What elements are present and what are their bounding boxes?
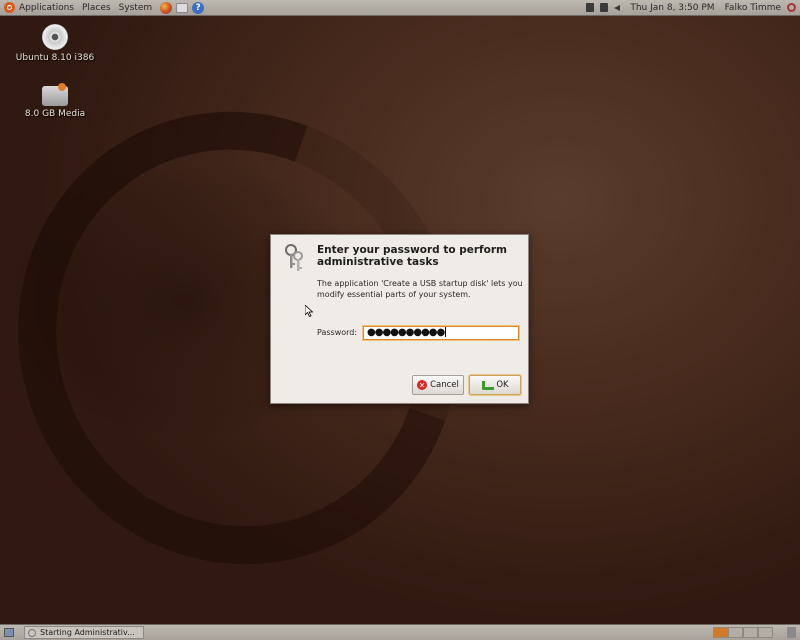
taskbar-item-label: Starting Administrativ... xyxy=(40,628,135,637)
taskbar-item[interactable]: Starting Administrativ... xyxy=(24,626,144,639)
workspace-4[interactable] xyxy=(758,627,773,638)
desktop-icon-label: Ubuntu 8.10 i386 xyxy=(15,53,95,63)
mouse-pointer-icon xyxy=(305,305,313,317)
cancel-button[interactable]: ✕ Cancel xyxy=(412,375,464,395)
usb-drive-icon xyxy=(42,83,68,106)
text-caret xyxy=(445,327,447,337)
network-icon[interactable] xyxy=(586,3,595,12)
places-menu-label: Places xyxy=(81,2,111,13)
ubuntu-logo-icon xyxy=(4,2,15,13)
ok-button-label: OK xyxy=(496,380,509,390)
desktop-icon-label: 8.0 GB Media xyxy=(24,109,86,119)
applications-menu-label: Applications xyxy=(19,2,74,13)
help-icon[interactable]: ? xyxy=(192,1,205,14)
cdrom-icon xyxy=(42,24,68,50)
busy-icon xyxy=(28,628,36,637)
dialog-message: The application 'Create a USB startup di… xyxy=(317,279,523,299)
ok-button[interactable]: OK xyxy=(469,375,521,395)
mail-icon[interactable] xyxy=(176,2,189,13)
workspace-switcher xyxy=(713,627,773,638)
password-label: Password: xyxy=(317,328,358,337)
top-panel: Applications Places System ? Thu Jan 8, … xyxy=(0,0,800,16)
system-menu[interactable]: System xyxy=(119,3,153,13)
desktop-icon-usb-drive[interactable]: 8.0 GB Media xyxy=(10,82,100,119)
dialog-title: Enter your password to perform administr… xyxy=(317,244,507,268)
password-value: ●●●●●●●●●● xyxy=(367,327,445,338)
places-menu[interactable]: Places xyxy=(82,3,111,13)
enter-arrow-icon xyxy=(481,380,495,390)
volume-icon[interactable] xyxy=(614,3,624,12)
firefox-icon[interactable] xyxy=(160,1,173,14)
keys-icon xyxy=(285,244,303,271)
password-dialog: Enter your password to perform administr… xyxy=(270,234,529,404)
workspace-2[interactable] xyxy=(728,627,743,638)
clock[interactable]: Thu Jan 8, 3:50 PM xyxy=(630,3,714,13)
show-desktop-icon[interactable] xyxy=(4,628,14,637)
workspace-3[interactable] xyxy=(743,627,758,638)
applications-menu[interactable]: Applications xyxy=(0,2,74,13)
password-field[interactable]: ●●●●●●●●●● xyxy=(363,326,519,340)
bottom-panel: Starting Administrativ... xyxy=(0,624,800,640)
system-menu-label: System xyxy=(118,2,153,13)
user-switcher[interactable]: Falko Timme xyxy=(725,3,781,13)
cancel-icon: ✕ xyxy=(417,380,428,390)
notification-icon[interactable] xyxy=(600,3,609,12)
panel-tray: Thu Jan 8, 3:50 PM Falko Timme xyxy=(586,0,800,15)
desktop-icon-cdrom[interactable]: Ubuntu 8.10 i386 xyxy=(10,24,100,63)
workspace-1[interactable] xyxy=(713,627,728,638)
trash-icon[interactable] xyxy=(787,627,796,638)
cancel-button-label: Cancel xyxy=(430,380,459,390)
power-icon[interactable] xyxy=(787,3,796,12)
